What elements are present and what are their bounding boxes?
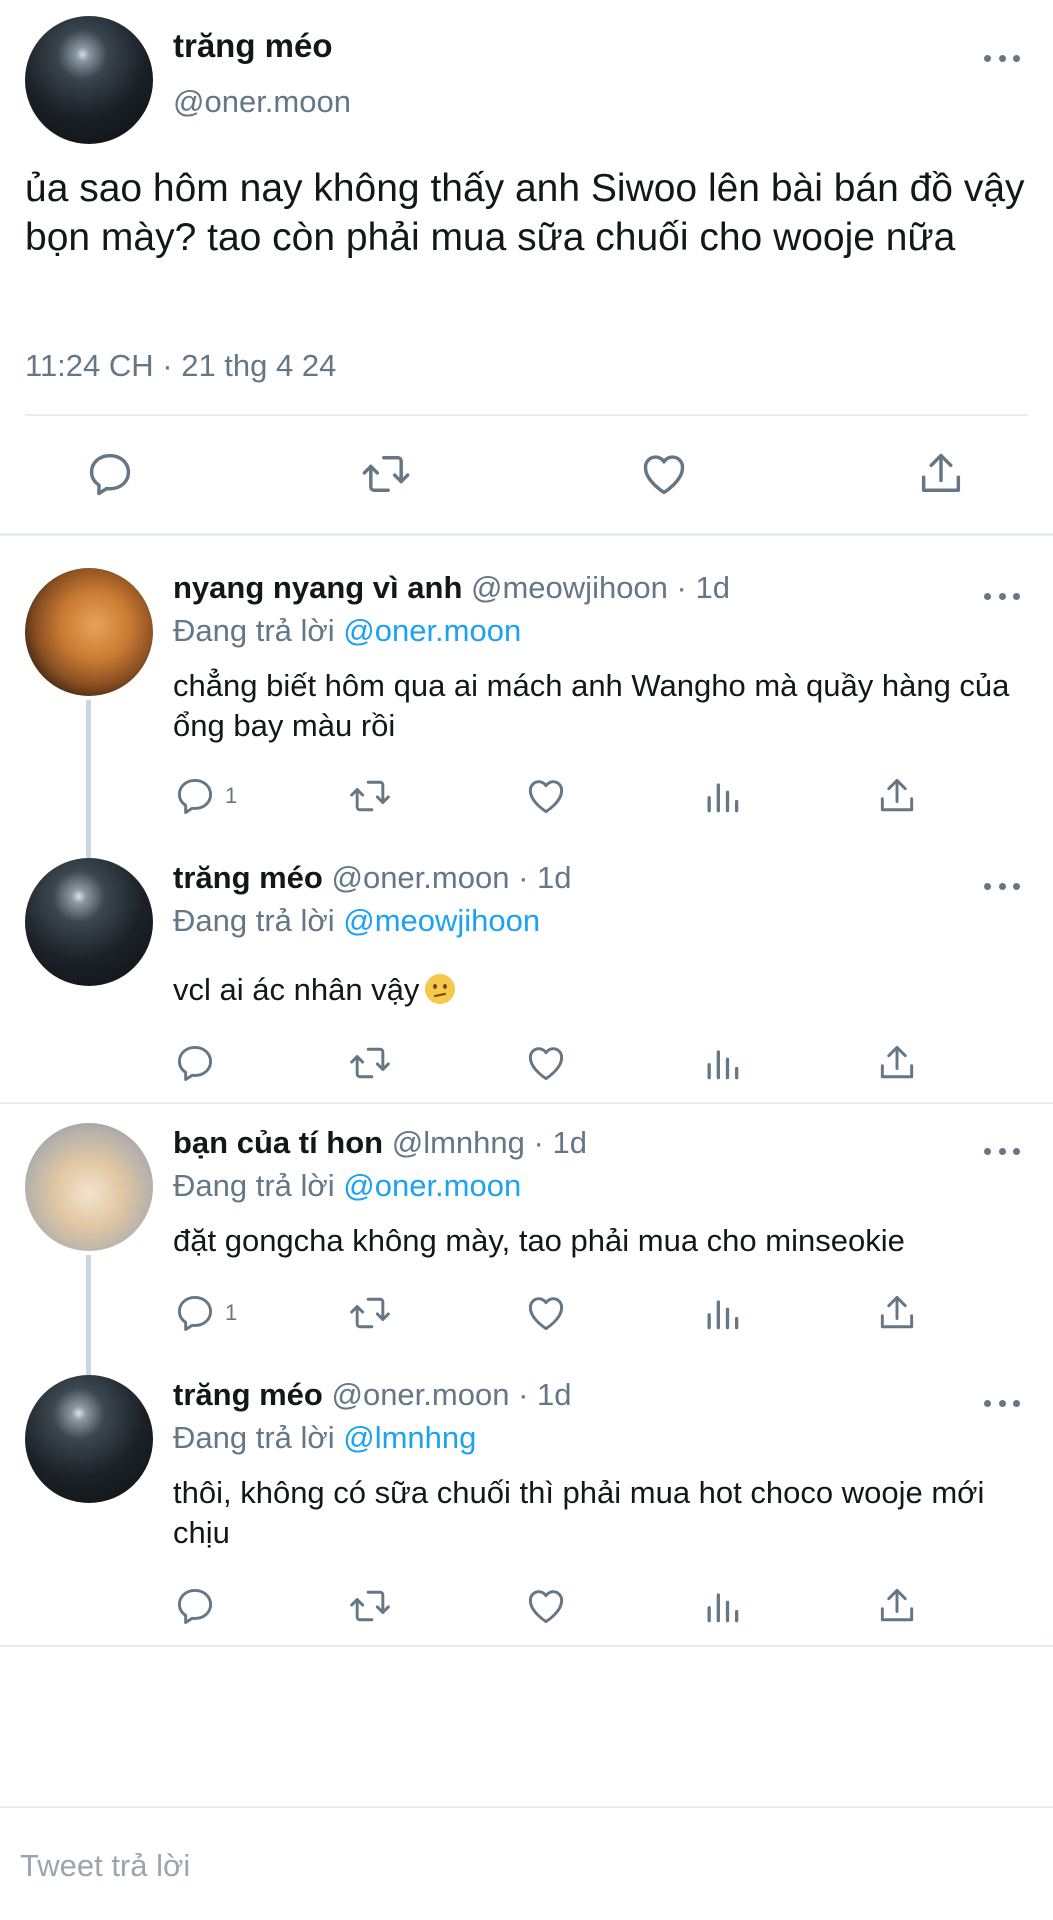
author-handle[interactable]: @oner.moon <box>173 84 351 120</box>
reply-date: · 1d <box>518 1377 572 1412</box>
main-tweet: trăng méo @oner.moon ủa sao hôm nay khôn… <box>0 0 1053 535</box>
analytics-icon[interactable] <box>700 1041 744 1085</box>
reply-text-wrap: vcl ai ác nhân vậy <box>173 970 1013 1010</box>
replying-to: Đang trả lời @oner.moon <box>173 613 521 649</box>
retweet-icon[interactable] <box>348 774 392 818</box>
reply-text: vcl ai ác nhân vậy <box>173 972 420 1007</box>
more-horizontal-icon[interactable] <box>984 1143 1020 1159</box>
author-name[interactable]: trăng méo <box>173 27 333 65</box>
reply-text: đặt gongcha không mày, tao phải mua cho … <box>173 1223 905 1258</box>
share-icon[interactable] <box>875 1584 919 1628</box>
replying-to: Đang trả lời @meowjihoon <box>173 903 540 939</box>
reply-count: 1 <box>225 1300 238 1325</box>
reply-header: trăng méo @oner.moon · 1d <box>173 860 572 896</box>
avatar[interactable] <box>25 858 153 986</box>
author-name[interactable]: trăng méo <box>173 1377 323 1412</box>
reply-tweet[interactable]: trăng méo @oner.moon · 1d Đang trả lời @… <box>0 858 1053 1098</box>
like-icon[interactable] <box>524 1291 568 1335</box>
replying-label: Đang trả lời <box>173 613 335 648</box>
reply-actions <box>173 1041 933 1085</box>
replying-label: Đang trả lời <box>173 1420 335 1455</box>
reply-date: · 1d <box>676 570 730 605</box>
reply-actions: 1 <box>173 1291 933 1335</box>
replying-to: Đang trả lời @oner.moon <box>173 1168 521 1204</box>
confused-face-icon <box>425 974 456 1004</box>
more-horizontal-icon[interactable] <box>984 588 1020 604</box>
share-icon[interactable] <box>875 1291 919 1335</box>
reply-tweet[interactable]: bạn của tí hon @lmnhng · 1d Đang trả lời… <box>0 1123 1053 1495</box>
analytics-icon[interactable] <box>700 1584 744 1628</box>
share-icon[interactable] <box>915 448 967 500</box>
reply-header: nyang nyang vì anh @meowjihoon · 1d <box>173 570 730 606</box>
author-handle[interactable]: @meowjihoon <box>471 570 668 605</box>
more-horizontal-icon[interactable] <box>984 1395 1020 1411</box>
replying-to: Đang trả lời @lmnhng <box>173 1420 476 1456</box>
replying-to-link[interactable]: @oner.moon <box>343 1168 521 1203</box>
replying-to-link[interactable]: @oner.moon <box>343 613 521 648</box>
retweet-icon[interactable] <box>348 1584 392 1628</box>
reply-count: 1 <box>225 783 238 808</box>
replying-to-link[interactable]: @lmnhng <box>343 1420 476 1455</box>
reply-text: thôi, không có sữa chuối thì phải mua ho… <box>173 1475 985 1550</box>
tweet-timestamp[interactable]: 11:24 CH · 21 thg 4 24 <box>25 348 336 384</box>
avatar[interactable] <box>25 1123 153 1251</box>
reply-tweet[interactable]: nyang nyang vì anh @meowjihoon · 1d Đang… <box>0 568 1053 900</box>
reply-icon[interactable] <box>173 1584 217 1628</box>
analytics-icon[interactable] <box>700 1291 744 1335</box>
reply-icon <box>177 1295 213 1331</box>
retweet-icon[interactable] <box>348 1041 392 1085</box>
composer-divider <box>0 1806 1053 1808</box>
reply-text: chẳng biết hôm qua ai mách anh Wangho mà… <box>173 668 1010 743</box>
author-handle[interactable]: @lmnhng <box>392 1125 525 1160</box>
replying-label: Đang trả lời <box>173 903 335 938</box>
author-handle[interactable]: @oner.moon <box>331 860 509 895</box>
reply-tweet[interactable]: trăng méo @oner.moon · 1d Đang trả lời @… <box>0 1375 1053 1645</box>
author-name[interactable]: bạn của tí hon <box>173 1125 383 1160</box>
reply-button[interactable]: 1 <box>173 1291 237 1335</box>
more-horizontal-icon[interactable] <box>984 878 1020 894</box>
replying-to-link[interactable]: @meowjihoon <box>343 903 540 938</box>
reply-header: bạn của tí hon @lmnhng · 1d <box>173 1125 587 1161</box>
retweet-icon[interactable] <box>348 1291 392 1335</box>
author-name[interactable]: trăng méo <box>173 860 323 895</box>
like-icon[interactable] <box>638 448 690 500</box>
section-divider <box>0 533 1053 536</box>
like-icon[interactable] <box>524 1584 568 1628</box>
reply-composer-input[interactable]: Tweet trả lời <box>20 1848 190 1884</box>
reply-icon[interactable] <box>173 1041 217 1085</box>
avatar[interactable] <box>25 1375 153 1503</box>
author-name[interactable]: nyang nyang vì anh <box>173 570 462 605</box>
avatar[interactable] <box>25 16 153 144</box>
reply-date: · 1d <box>533 1125 587 1160</box>
share-icon[interactable] <box>875 1041 919 1085</box>
divider <box>0 1645 1053 1647</box>
retweet-icon[interactable] <box>360 448 412 500</box>
avatar[interactable] <box>25 568 153 696</box>
analytics-icon[interactable] <box>700 774 744 818</box>
replying-label: Đang trả lời <box>173 1168 335 1203</box>
divider <box>0 1102 1053 1104</box>
tweet-text: ủa sao hôm nay không thấy anh Siwoo lên … <box>25 167 1025 259</box>
author-handle[interactable]: @oner.moon <box>331 1377 509 1412</box>
reply-icon <box>177 778 213 814</box>
divider <box>25 414 1028 416</box>
reply-icon[interactable] <box>84 448 136 500</box>
like-icon[interactable] <box>524 774 568 818</box>
reply-header: trăng méo @oner.moon · 1d <box>173 1377 572 1413</box>
like-icon[interactable] <box>524 1041 568 1085</box>
more-horizontal-icon[interactable] <box>984 50 1020 66</box>
reply-actions <box>173 1584 933 1628</box>
reply-actions: 1 <box>173 774 933 818</box>
reply-date: · 1d <box>518 860 572 895</box>
reply-button[interactable]: 1 <box>173 774 237 818</box>
share-icon[interactable] <box>875 774 919 818</box>
